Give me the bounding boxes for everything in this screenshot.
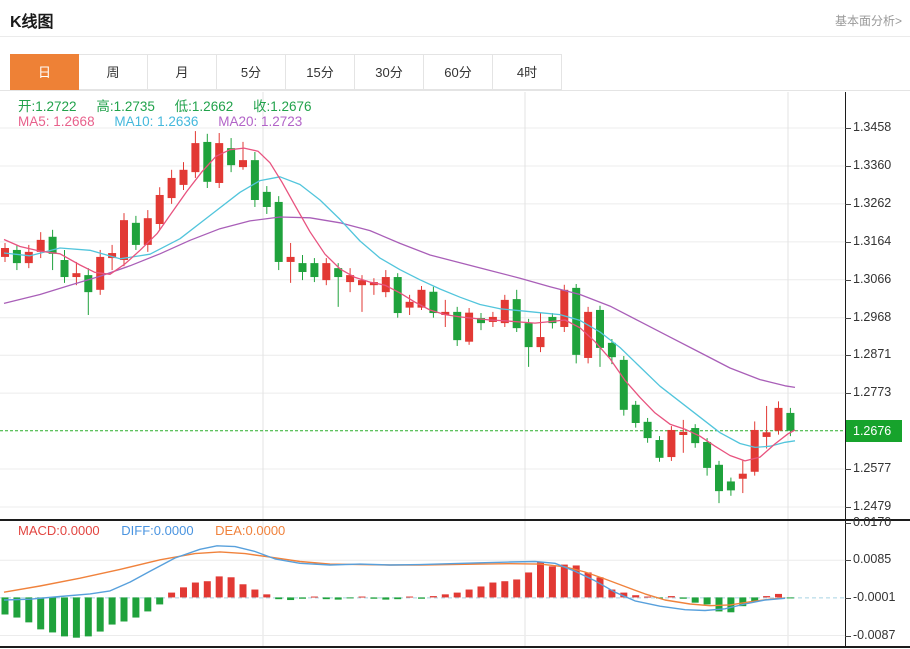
kline-chart-widget: K线图 基本面分析> 日 周 月 5分 15分 30分 60分 4时 开:1.2… <box>0 0 910 649</box>
macd-axis-label-tick <box>845 560 851 561</box>
close-value: 1.2676 <box>270 99 311 114</box>
tabbar-divider <box>0 90 910 91</box>
chart-bottom-border <box>0 646 910 648</box>
y-axis-line <box>845 92 846 648</box>
tab-day[interactable]: 日 <box>10 54 79 90</box>
price-axis-label-tick <box>845 355 851 356</box>
price-axis-label-tick <box>845 507 851 508</box>
macd-label: MACD: <box>18 523 60 538</box>
title-divider <box>0 36 910 37</box>
ma10-label: MA10: <box>114 114 153 129</box>
price-axis-label-tick <box>845 204 851 205</box>
price-axis-label: 1.2577 <box>853 461 908 475</box>
open-value: 1.2722 <box>35 99 76 114</box>
macd-axis-label-tick <box>845 598 851 599</box>
price-axis-label: 1.3066 <box>853 272 908 286</box>
ma10-value: 1.2636 <box>157 114 198 129</box>
price-axis-label: 1.2968 <box>853 310 908 324</box>
price-axis-label: 1.2773 <box>853 385 908 399</box>
diff-label: DIFF: <box>121 523 154 538</box>
tab-week[interactable]: 周 <box>79 54 148 90</box>
ma5-label: MA5: <box>18 114 50 129</box>
macd-axis-label: -0.0001 <box>853 590 908 604</box>
dea-value: 0.0000 <box>246 523 286 538</box>
price-axis-label: 1.3360 <box>853 158 908 172</box>
tab-4hour[interactable]: 4时 <box>493 54 562 90</box>
page-title: K线图 <box>10 8 54 32</box>
high-value: 1.2735 <box>114 99 155 114</box>
panel-separator <box>0 519 910 521</box>
tab-60min[interactable]: 60分 <box>424 54 493 90</box>
price-axis-label-tick <box>845 318 851 319</box>
low-label: 低: <box>175 99 192 114</box>
tab-5min[interactable]: 5分 <box>217 54 286 90</box>
fundamental-analysis-link[interactable]: 基本面分析> <box>835 12 902 29</box>
macd-axis-label-tick <box>845 636 851 637</box>
tab-30min[interactable]: 30分 <box>355 54 424 90</box>
open-label: 开: <box>18 99 35 114</box>
period-tabbar: 日 周 月 5分 15分 30分 60分 4时 <box>10 54 562 90</box>
price-axis-label: 1.3262 <box>853 196 908 210</box>
price-axis-label: 1.3164 <box>853 234 908 248</box>
low-value: 1.2662 <box>192 99 233 114</box>
price-axis-label-tick <box>845 128 851 129</box>
macd-value: 0.0000 <box>60 523 100 538</box>
ma-readout: MA5: 1.2668 MA10: 1.2636 MA20: 1.2723 <box>18 114 318 129</box>
price-axis-label-tick <box>845 280 851 281</box>
ma5-value: 1.2668 <box>53 114 94 129</box>
tab-month[interactable]: 月 <box>148 54 217 90</box>
macd-axis-label: -0.0087 <box>853 628 908 642</box>
macd-chart <box>0 520 845 646</box>
macd-readout: MACD:0.0000 DIFF:0.0000 DEA:0.0000 <box>18 523 285 538</box>
close-label: 收: <box>253 99 270 114</box>
dea-label: DEA: <box>215 523 245 538</box>
price-axis-label-tick <box>845 166 851 167</box>
ohlc-readout: 开:1.2722 高:1.2735 低:1.2662 收:1.2676 <box>18 95 328 115</box>
ma20-value: 1.2723 <box>261 114 302 129</box>
tab-15min[interactable]: 15分 <box>286 54 355 90</box>
price-axis-label: 1.2871 <box>853 347 908 361</box>
price-axis-label-tick <box>845 393 851 394</box>
diff-value: 0.0000 <box>154 523 194 538</box>
macd-axis-label: 0.0170 <box>853 515 908 529</box>
price-axis-label-tick <box>845 469 851 470</box>
ma20-label: MA20: <box>218 114 257 129</box>
candlestick-chart <box>0 92 845 520</box>
price-axis-label-tick <box>845 242 851 243</box>
price-axis-label: 1.2479 <box>853 499 908 513</box>
macd-axis-label-tick <box>845 523 851 524</box>
high-label: 高: <box>96 99 113 114</box>
price-axis-label: 1.3458 <box>853 120 908 134</box>
macd-axis-label: 0.0085 <box>853 552 908 566</box>
current-price-badge: 1.2676 <box>846 420 902 442</box>
